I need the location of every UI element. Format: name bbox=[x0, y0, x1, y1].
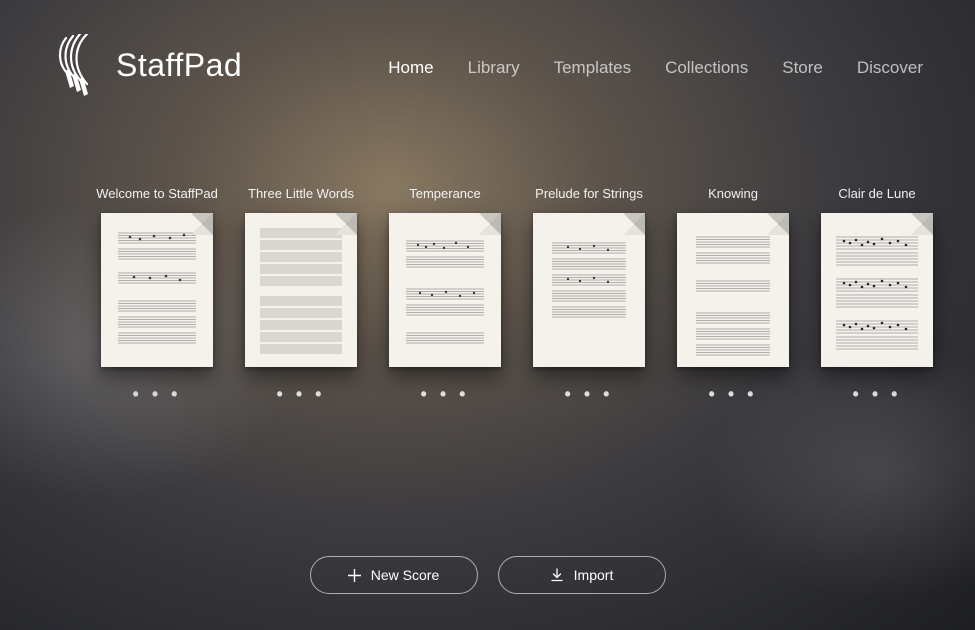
import-button[interactable]: Import bbox=[498, 556, 666, 594]
score-more-button[interactable]: • • • bbox=[565, 385, 614, 403]
download-icon bbox=[550, 568, 564, 582]
score-more-button[interactable]: • • • bbox=[277, 385, 326, 403]
score-item: Clair de Lune • • • bbox=[818, 186, 936, 403]
score-item: Prelude for Strings • • • bbox=[530, 186, 648, 403]
score-item: Temperance • • • bbox=[386, 186, 504, 403]
score-thumbnail[interactable] bbox=[245, 213, 357, 367]
score-title: Knowing bbox=[708, 186, 758, 201]
score-item: Welcome to StaffPad • • • bbox=[98, 186, 216, 403]
score-title: Welcome to StaffPad bbox=[96, 186, 218, 201]
nav-store[interactable]: Store bbox=[782, 58, 823, 78]
score-grid: Welcome to StaffPad • • • Three Littl bbox=[0, 96, 975, 403]
nav-discover[interactable]: Discover bbox=[857, 58, 923, 78]
brand-name: StaffPad bbox=[116, 47, 242, 84]
import-label: Import bbox=[574, 567, 614, 583]
nav-collections[interactable]: Collections bbox=[665, 58, 748, 78]
score-title: Clair de Lune bbox=[838, 186, 915, 201]
score-thumbnail[interactable] bbox=[821, 213, 933, 367]
nav-templates[interactable]: Templates bbox=[554, 58, 631, 78]
score-more-button[interactable]: • • • bbox=[133, 385, 182, 403]
score-item: Three Little Words • • • bbox=[242, 186, 360, 403]
header: StaffPad Home Library Templates Collecti… bbox=[0, 0, 975, 96]
nav-library[interactable]: Library bbox=[468, 58, 520, 78]
score-item: Knowing • • • bbox=[674, 186, 792, 403]
main-nav: Home Library Templates Collections Store… bbox=[388, 52, 923, 78]
score-more-button[interactable]: • • • bbox=[421, 385, 470, 403]
score-thumbnail[interactable] bbox=[677, 213, 789, 367]
nav-home[interactable]: Home bbox=[388, 58, 433, 78]
new-score-label: New Score bbox=[371, 567, 439, 583]
score-title: Three Little Words bbox=[248, 186, 354, 201]
score-thumbnail[interactable] bbox=[389, 213, 501, 367]
score-title: Prelude for Strings bbox=[535, 186, 643, 201]
plus-icon bbox=[348, 569, 361, 582]
score-more-button[interactable]: • • • bbox=[709, 385, 758, 403]
bottom-action-bar: New Score Import bbox=[0, 556, 975, 594]
staffpad-logo-icon bbox=[52, 34, 104, 96]
score-title: Temperance bbox=[409, 186, 481, 201]
score-thumbnail[interactable] bbox=[533, 213, 645, 367]
score-thumbnail[interactable] bbox=[101, 213, 213, 367]
score-more-button[interactable]: • • • bbox=[853, 385, 902, 403]
brand: StaffPad bbox=[52, 34, 242, 96]
new-score-button[interactable]: New Score bbox=[310, 556, 478, 594]
